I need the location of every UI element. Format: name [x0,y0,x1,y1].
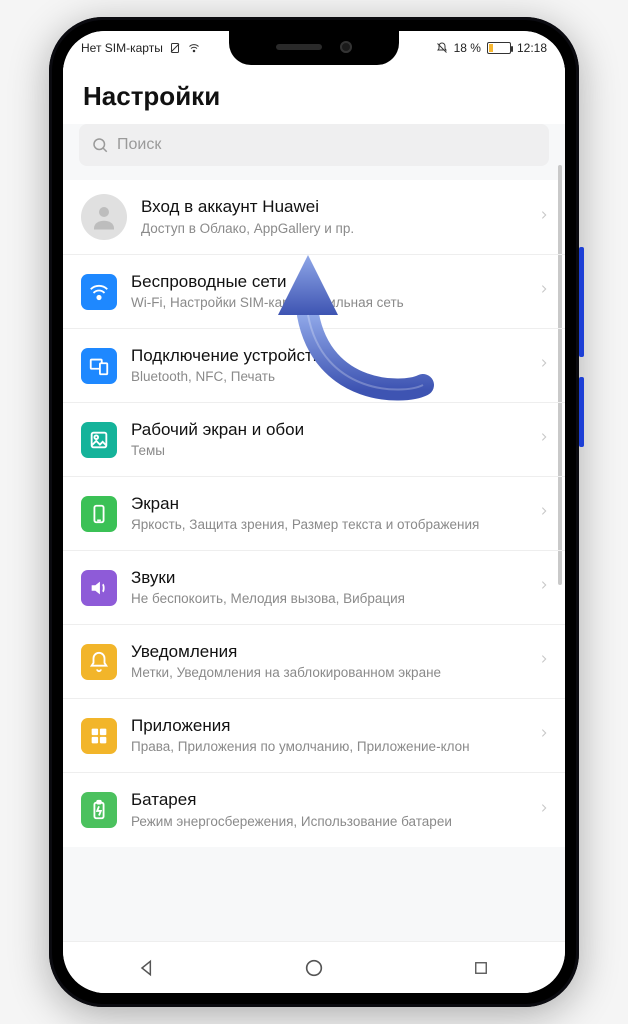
nav-home-button[interactable] [284,948,344,988]
row-notifications[interactable]: Уведомления Метки, Уведомления на заблок… [63,625,565,699]
row-subtitle: Wi-Fi, Настройки SIM-карт, Мобильная сет… [131,294,525,312]
battery-percent: 18 % [454,41,481,55]
chevron-right-icon [539,577,549,598]
row-title: Батарея [131,789,525,810]
power-button [579,377,584,447]
nav-back-button[interactable] [117,948,177,988]
row-account[interactable]: Вход в аккаунт Huawei Доступ в Облако, A… [63,180,565,255]
row-subtitle: Bluetooth, NFC, Печать [131,368,525,386]
battery-icon [487,42,511,54]
phone-frame: Нет SIM-карты 18 % 12:18 [49,17,579,1007]
row-sounds[interactable]: Звуки Не беспокоить, Мелодия вызова, Виб… [63,551,565,625]
content-area: Настройки Поиск Вход в аккаунт Huawei До… [63,65,565,941]
devices-icon [81,348,117,384]
row-subtitle: Яркость, Защита зрения, Размер текста и … [131,516,525,534]
wifi-icon [187,42,201,54]
chevron-right-icon [539,503,549,524]
notch [229,31,399,65]
settings-list: Вход в аккаунт Huawei Доступ в Облако, A… [63,180,565,847]
row-wireless[interactable]: Беспроводные сети Wi-Fi, Настройки SIM-к… [63,255,565,329]
speaker [276,44,322,50]
sim-status-text: Нет SIM-карты [81,41,163,55]
avatar-icon [81,194,127,240]
nav-recent-button[interactable] [451,948,511,988]
row-display[interactable]: Экран Яркость, Защита зрения, Размер тек… [63,477,565,551]
page-title: Настройки [63,65,565,124]
row-home-wallpaper[interactable]: Рабочий экран и обои Темы [63,403,565,477]
row-subtitle: Метки, Уведомления на заблокированном эк… [131,664,525,682]
row-title: Экран [131,493,525,514]
bell-icon [81,644,117,680]
front-camera [340,41,352,53]
row-title: Подключение устройства [131,345,525,366]
chevron-right-icon [539,281,549,302]
chevron-right-icon [539,429,549,450]
row-apps[interactable]: Приложения Права, Приложения по умолчани… [63,699,565,773]
wifi-settings-icon [81,274,117,310]
chevron-right-icon [539,355,549,376]
search-placeholder: Поиск [117,136,161,154]
row-title: Звуки [131,567,525,588]
sound-icon [81,570,117,606]
row-subtitle: Доступ в Облако, AppGallery и пр. [141,220,525,238]
row-title: Беспроводные сети [131,271,525,292]
row-subtitle: Темы [131,442,525,460]
clock: 12:18 [517,41,547,55]
row-title: Вход в аккаунт Huawei [141,196,525,217]
no-sim-icon [169,42,181,54]
mute-icon [436,42,448,54]
row-title: Уведомления [131,641,525,662]
screen: Нет SIM-карты 18 % 12:18 [63,31,565,993]
row-battery[interactable]: Батарея Режим энергосбережения, Использо… [63,773,565,847]
search-input[interactable]: Поиск [79,124,549,166]
row-subtitle: Режим энергосбережения, Использование ба… [131,813,525,831]
chevron-right-icon [539,800,549,821]
chevron-right-icon [539,725,549,746]
apps-icon [81,718,117,754]
navigation-bar [63,941,565,993]
row-title: Рабочий экран и обои [131,419,525,440]
display-icon [81,496,117,532]
chevron-right-icon [539,207,549,228]
volume-button [579,247,584,357]
row-subtitle: Права, Приложения по умолчанию, Приложен… [131,738,525,756]
chevron-right-icon [539,651,549,672]
row-device-connection[interactable]: Подключение устройства Bluetooth, NFC, П… [63,329,565,403]
row-subtitle: Не беспокоить, Мелодия вызова, Вибрация [131,590,525,608]
wallpaper-icon [81,422,117,458]
row-title: Приложения [131,715,525,736]
search-icon [91,136,109,154]
battery-settings-icon [81,792,117,828]
